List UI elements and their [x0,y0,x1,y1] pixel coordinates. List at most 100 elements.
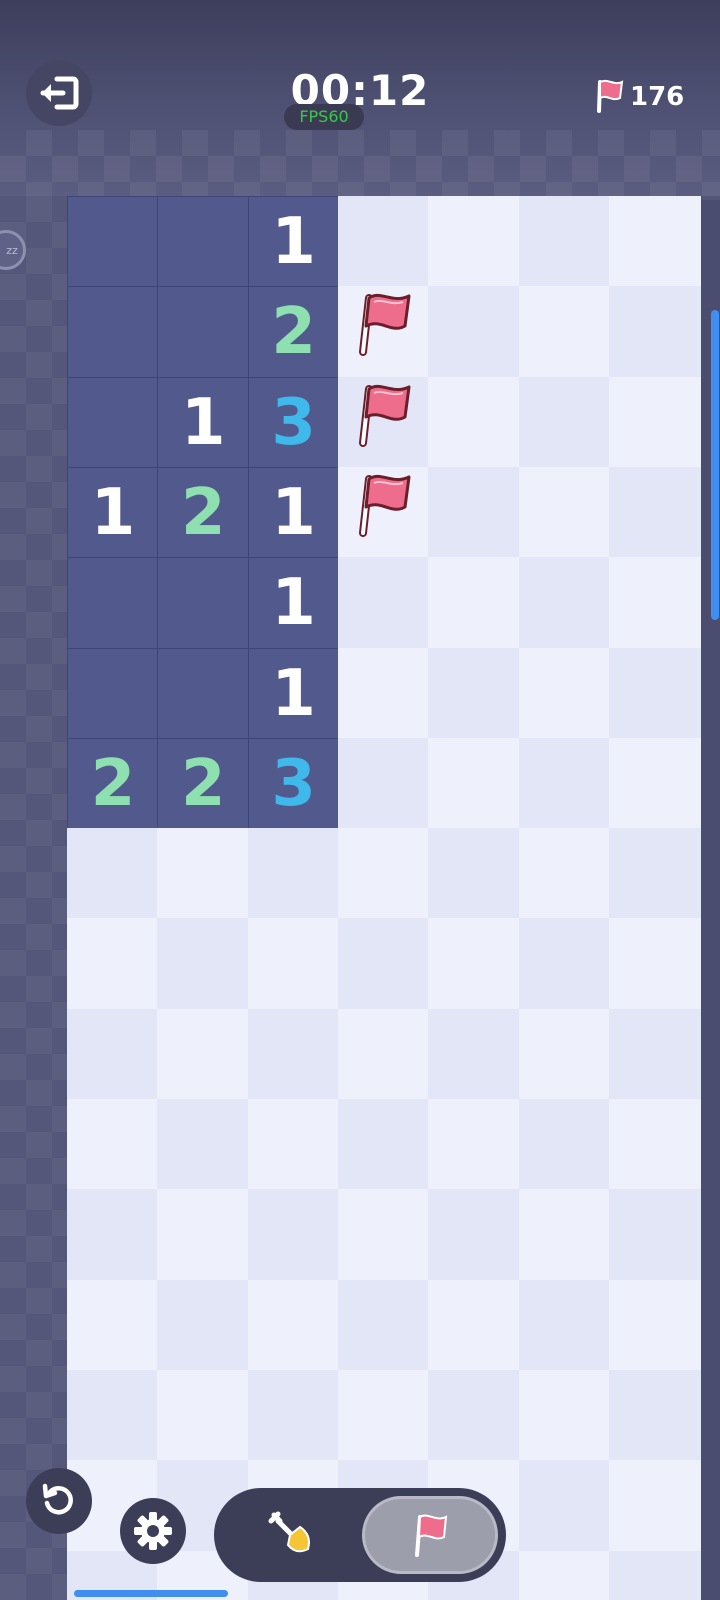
board-cell-hidden[interactable] [67,1008,159,1101]
board-cell-hidden[interactable] [608,1550,701,1600]
board-cell-revealed[interactable]: 1 [247,196,340,288]
board-cell-hidden[interactable] [518,1279,611,1372]
board-cell-revealed[interactable] [67,196,159,288]
board-cell-hidden[interactable] [247,918,340,1011]
board-cell-hidden[interactable] [337,647,430,740]
board-cell-hidden[interactable] [518,557,611,650]
board-cell-revealed[interactable] [67,376,159,469]
board-cell-hidden[interactable] [428,737,521,830]
board-cell-hidden[interactable] [337,1008,430,1101]
board-cell-hidden[interactable] [608,918,701,1011]
board-cell-revealed[interactable]: 1 [247,466,340,559]
board-cell-hidden[interactable] [337,828,430,921]
mode-toggle[interactable] [214,1488,506,1582]
board-cell-hidden[interactable] [608,286,701,379]
board-cell-hidden[interactable] [428,557,521,650]
board-cell-hidden[interactable] [608,196,701,288]
board-cell-revealed[interactable]: 1 [67,466,159,559]
board-cell-hidden[interactable] [518,647,611,740]
board-cell-hidden[interactable] [608,737,701,830]
board-cell-hidden[interactable] [428,286,521,379]
settings-button[interactable] [120,1498,186,1564]
board-cell-hidden[interactable] [518,196,611,288]
board-cell-hidden[interactable] [247,1369,340,1462]
board-cell-hidden[interactable] [608,1369,701,1462]
board-cell-hidden[interactable] [337,1189,430,1282]
board-cell-hidden[interactable] [518,466,611,559]
board-cell-hidden[interactable] [518,918,611,1011]
board-cell-hidden[interactable] [337,1279,430,1372]
board-cell-revealed[interactable]: 1 [157,376,250,469]
board-cell-hidden[interactable] [337,918,430,1011]
board-cell-hidden[interactable] [518,828,611,921]
board-cell-hidden[interactable] [247,1279,340,1372]
board-cell-hidden[interactable] [518,286,611,379]
board-cell-revealed[interactable] [157,647,250,740]
dig-mode-button[interactable] [224,1496,360,1574]
board-cell-revealed[interactable] [157,557,250,650]
board-cell-flagged[interactable] [337,286,430,379]
board-cell-hidden[interactable] [608,1189,701,1282]
board-cell-hidden[interactable] [247,828,340,921]
board-cell-hidden[interactable] [518,376,611,469]
board-cell-flagged[interactable] [337,376,430,469]
board-cell-hidden[interactable] [428,376,521,469]
board-cell-hidden[interactable] [608,376,701,469]
board-cell-revealed[interactable]: 2 [67,737,159,830]
board-cell-hidden[interactable] [337,737,430,830]
board-cell-hidden[interactable] [428,828,521,921]
board-cell-hidden[interactable] [428,918,521,1011]
board-cell-hidden[interactable] [247,1008,340,1101]
board-cell-hidden[interactable] [518,737,611,830]
board-cell-hidden[interactable] [428,1099,521,1191]
board-cell-hidden[interactable] [337,196,430,288]
board-cell-hidden[interactable] [608,647,701,740]
board-cell-hidden[interactable] [608,1279,701,1372]
board-cell-revealed[interactable]: 2 [157,737,250,830]
board-cell-hidden[interactable] [157,1008,250,1101]
board-cell-hidden[interactable] [518,1369,611,1462]
vertical-scrollbar[interactable] [711,310,719,620]
board-cell-hidden[interactable] [157,918,250,1011]
board-cell-hidden[interactable] [67,1369,159,1462]
board-cell-hidden[interactable] [518,1189,611,1282]
board-cell-hidden[interactable] [608,1099,701,1191]
board-cell-hidden[interactable] [247,1099,340,1191]
board-cell-hidden[interactable] [608,1460,701,1553]
exit-button[interactable] [26,60,92,126]
undo-button[interactable] [26,1468,92,1534]
board-cell-hidden[interactable] [608,557,701,650]
board-cell-revealed[interactable] [157,196,250,288]
board-cell-hidden[interactable] [518,1460,611,1553]
board-cell-hidden[interactable] [67,1189,159,1282]
flag-mode-button[interactable] [362,1496,498,1574]
board-cell-hidden[interactable] [518,1008,611,1101]
board-cell-hidden[interactable] [67,828,159,921]
board-cell-hidden[interactable] [337,1099,430,1191]
board-cell-revealed[interactable]: 1 [247,557,340,650]
board-cell-revealed[interactable] [67,647,159,740]
board-cell-revealed[interactable] [67,557,159,650]
board-cell-hidden[interactable] [608,828,701,921]
board-cell-hidden[interactable] [428,1008,521,1101]
board-cell-hidden[interactable] [428,466,521,559]
board-cell-hidden[interactable] [337,1369,430,1462]
board-cell-hidden[interactable] [157,1279,250,1372]
board-cell-hidden[interactable] [428,1279,521,1372]
board-cell-hidden[interactable] [67,918,159,1011]
board-cell-hidden[interactable] [67,1279,159,1372]
board-cell-hidden[interactable] [518,1550,611,1600]
board-cell-revealed[interactable]: 2 [157,466,250,559]
board-cell-hidden[interactable] [157,1369,250,1462]
board-cell-flagged[interactable] [337,466,430,559]
board-cell-hidden[interactable] [247,1189,340,1282]
board-cell-hidden[interactable] [337,557,430,650]
board-cell-hidden[interactable] [428,196,521,288]
horizontal-scrollbar[interactable] [74,1590,228,1597]
board-cell-hidden[interactable] [608,466,701,559]
board-cell-revealed[interactable] [157,286,250,379]
board-cell-hidden[interactable] [518,1099,611,1191]
board-cell-hidden[interactable] [157,828,250,921]
board-cell-revealed[interactable]: 3 [247,737,340,830]
board-cell-revealed[interactable]: 2 [247,286,340,379]
